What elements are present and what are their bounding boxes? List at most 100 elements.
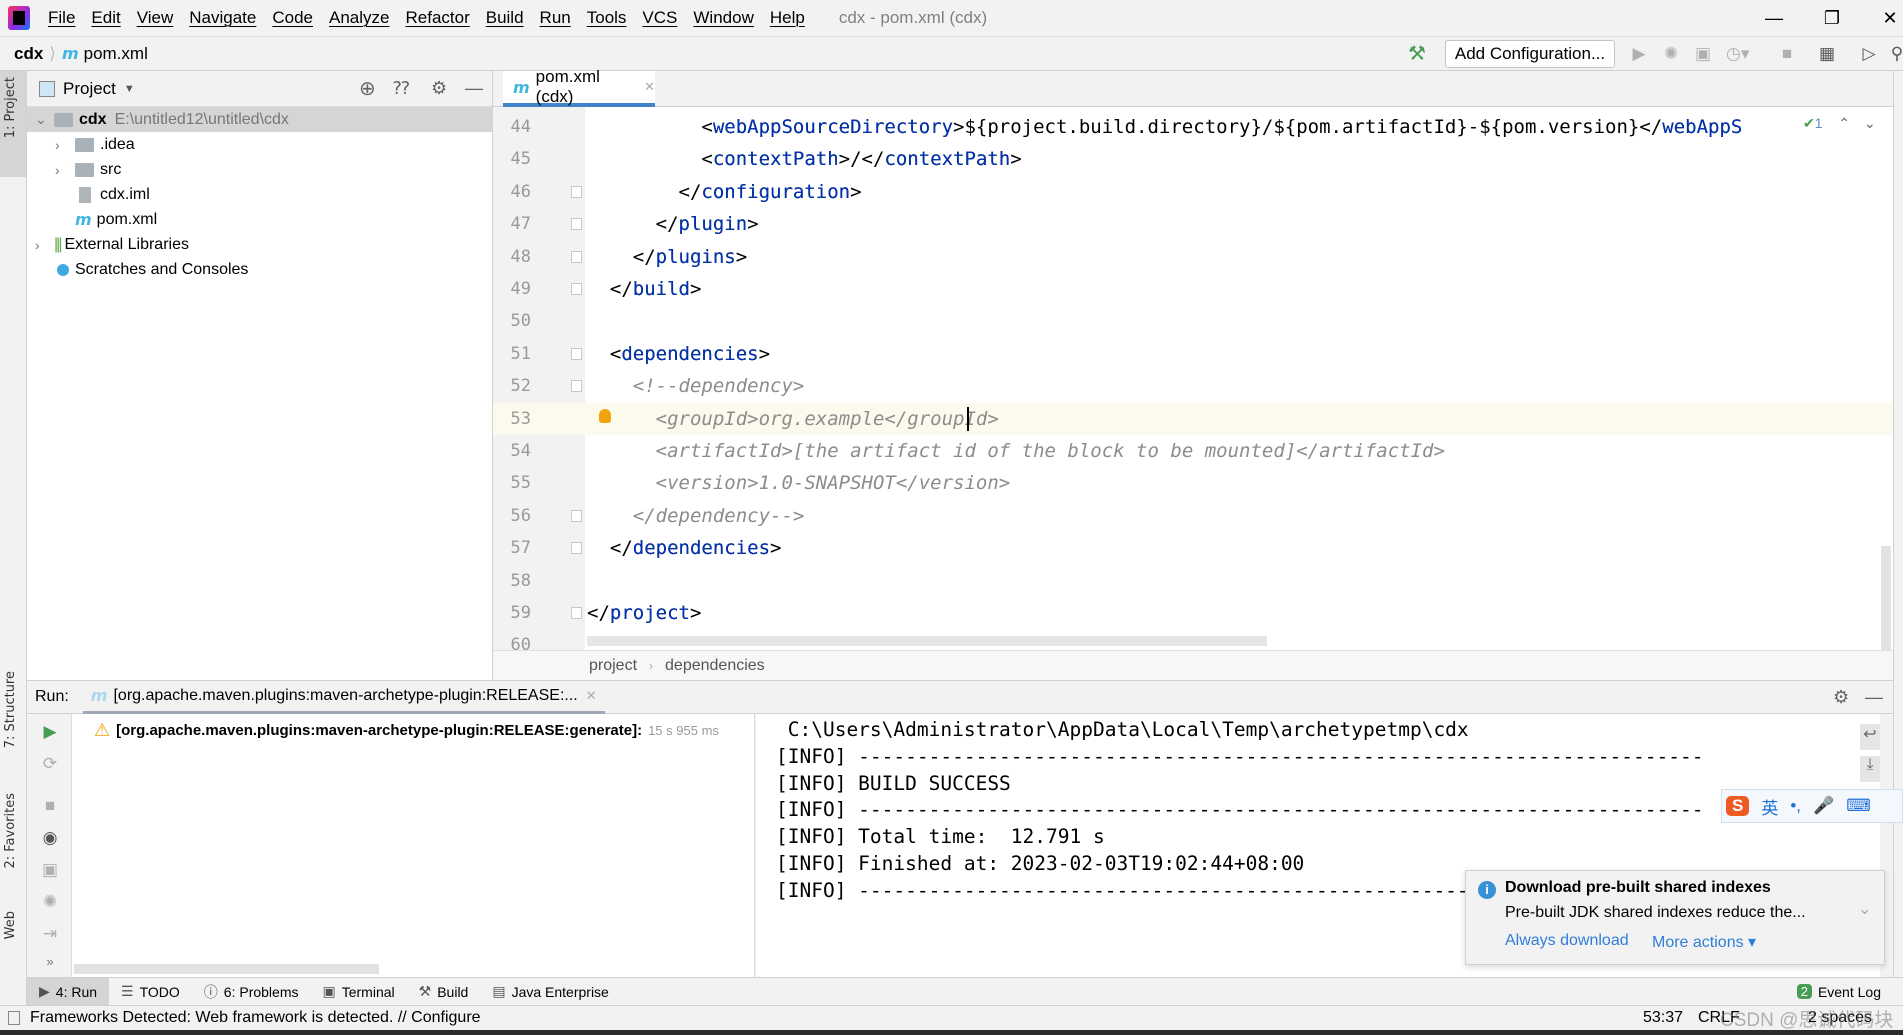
menu-file[interactable]: File <box>40 8 83 28</box>
tree-item-external-libraries[interactable]: › ||| External Libraries <box>27 232 492 257</box>
code-line[interactable]: 44 <webAppSourceDirectory>${project.build… <box>493 111 1893 143</box>
menu-analyze[interactable]: Analyze <box>321 8 397 28</box>
exit-icon[interactable]: ⇥ <box>39 924 61 946</box>
code-line[interactable]: 54 <artifactId>[the artifact id of the bl… <box>493 435 1893 467</box>
search-icon[interactable]: ⚲ <box>1886 43 1903 65</box>
previous-highlight-icon[interactable]: ⌃ <box>1838 115 1850 131</box>
gear-icon[interactable]: ⚙ <box>1833 687 1849 708</box>
tab-pom-xml[interactable]: m pom.xml (cdx) ✕ <box>503 67 655 107</box>
breadcrumb-dependencies[interactable]: dependencies <box>665 657 765 675</box>
chevron-right-icon[interactable]: › <box>35 237 40 253</box>
ime-mode[interactable]: 英 <box>1761 794 1778 819</box>
code-line[interactable]: 56 </dependency--> <box>493 500 1893 532</box>
fold-marker-icon[interactable] <box>571 380 582 393</box>
next-highlight-icon[interactable]: ⌄ <box>1864 115 1876 131</box>
menu-code[interactable]: Code <box>264 8 321 28</box>
more-actions-link[interactable]: More actions ▾ <box>1652 932 1756 952</box>
fold-marker-icon[interactable] <box>571 283 582 295</box>
tool-window-todo[interactable]: ☰ TODO <box>109 978 192 1006</box>
stop-icon[interactable]: ■ <box>39 796 61 818</box>
hide-icon[interactable]: — <box>1865 687 1883 708</box>
event-log-button[interactable]: 2 Event Log <box>1796 984 1881 1000</box>
run-task-row[interactable]: ⚠ [org.apache.maven.plugins:maven-archet… <box>94 720 719 741</box>
code-line[interactable]: 59</project></project> <box>493 597 1893 629</box>
code-line[interactable]: 49</build></build> <box>493 273 1893 305</box>
nav-file[interactable]: pom.xml <box>84 44 148 64</box>
run-tab[interactable]: m [org.apache.maven.plugins:maven-archet… <box>82 680 605 714</box>
camera-icon[interactable]: ▣ <box>39 860 61 882</box>
always-download-link[interactable]: Always download <box>1505 932 1629 950</box>
debug-settings-icon[interactable]: ✺ <box>39 892 61 914</box>
close-button[interactable]: ✕ <box>1862 0 1903 36</box>
soft-wrap-icon[interactable]: ↩ <box>1860 724 1880 750</box>
tool-window-run[interactable]: ▶ 4: Run <box>27 977 110 1006</box>
project-structure-icon[interactable]: ▦ <box>1816 43 1838 65</box>
tool-window-build[interactable]: ⚒ Build <box>407 978 481 1006</box>
fold-marker-icon[interactable] <box>571 250 582 263</box>
fold-marker-icon[interactable] <box>571 218 582 231</box>
status-toggle-icon[interactable] <box>8 1011 20 1025</box>
code-line[interactable]: 51<dependencies><dependencies> <box>493 338 1893 370</box>
menu-help[interactable]: Help <box>762 8 813 28</box>
code-line[interactable]: 52 <!--dependency> <box>493 370 1893 402</box>
punctuation-icon[interactable]: •, <box>1790 796 1801 816</box>
close-tab-icon[interactable]: ✕ <box>586 688 597 704</box>
run-icon[interactable]: ▶ <box>1628 43 1650 65</box>
inspection-widget[interactable]: ✔1 ⌃ ⌄ <box>1803 115 1876 132</box>
editor-horizontal-scrollbar[interactable] <box>587 636 1267 646</box>
caret-position[interactable]: 53:37 <box>1643 1009 1683 1027</box>
tree-item-cdx[interactable]: ⌄ cdx E:\untitled12\untitled\cdx <box>27 107 492 132</box>
profile-icon[interactable]: ◷▾ <box>1726 43 1749 65</box>
minimize-button[interactable]: — <box>1746 0 1802 36</box>
nav-project[interactable]: cdx <box>14 44 43 64</box>
rerun-icon[interactable]: ▶ <box>39 722 61 744</box>
locate-icon[interactable]: ⊕ <box>359 76 376 101</box>
code-line[interactable]: 48</plugins></plugins> <box>493 241 1893 273</box>
web-tool-button[interactable]: Web <box>3 911 18 939</box>
run-tree-scrollbar[interactable] <box>74 964 379 974</box>
chevron-right-icon[interactable]: › <box>55 137 60 153</box>
menu-run[interactable]: Run <box>532 8 579 28</box>
fold-marker-icon[interactable] <box>571 542 582 555</box>
project-tool-button[interactable]: 1: Project <box>0 71 26 177</box>
menu-refactor[interactable]: Refactor <box>397 8 477 28</box>
favorites-tool-button[interactable]: 2: Favorites <box>3 793 18 869</box>
code-line[interactable]: 46</configuration></configuration> <box>493 176 1893 208</box>
run-anything-icon[interactable]: ▷ <box>1858 43 1880 65</box>
code-line[interactable]: 58 <box>493 565 1893 597</box>
menu-view[interactable]: View <box>129 8 182 28</box>
tree-item-src[interactable]: › src <box>27 157 492 182</box>
gear-icon[interactable]: ⚙ <box>431 78 447 99</box>
menu-edit[interactable]: Edit <box>83 8 128 28</box>
intention-bulb-icon[interactable] <box>599 408 611 423</box>
add-configuration-button[interactable]: Add Configuration... <box>1445 40 1615 68</box>
project-view-selector[interactable]: Project <box>63 79 116 99</box>
menu-vcs[interactable]: VCS <box>634 8 685 28</box>
code-line[interactable]: 55 <version>1.0-SNAPSHOT</version> <box>493 467 1893 499</box>
expand-chevron-icon[interactable]: ⌄ <box>1858 899 1871 919</box>
tool-window-java-enterprise[interactable]: ▤ Java Enterprise <box>480 978 621 1006</box>
menu-navigate[interactable]: Navigate <box>181 8 264 28</box>
build-hammer-icon[interactable]: ⚒ <box>1408 41 1426 66</box>
chevron-right-icon[interactable]: › <box>55 162 60 178</box>
chevron-down-icon[interactable]: ▼ <box>124 83 135 95</box>
code-area[interactable]: 44 <webAppSourceDirectory>${project.build… <box>493 107 1893 650</box>
tree-item-cdx-iml[interactable]: cdx.iml <box>27 182 492 207</box>
keyboard-icon[interactable]: ⌨ <box>1846 796 1871 816</box>
more-icon[interactable]: » <box>39 954 61 976</box>
microphone-icon[interactable]: 🎤 <box>1813 796 1834 816</box>
fold-marker-icon[interactable] <box>571 185 582 198</box>
code-line[interactable]: 53 <groupId>org.example</groupId> <box>493 402 1893 435</box>
collapse-all-icon[interactable]: ⁇ <box>393 78 410 99</box>
close-tab-icon[interactable]: ✕ <box>644 79 655 95</box>
tree-item-scratches[interactable]: Scratches and Consoles <box>27 257 492 282</box>
hide-icon[interactable]: — <box>465 78 483 99</box>
tool-window-problems[interactable]: ⓘ 6: Problems <box>192 978 311 1006</box>
fold-marker-icon[interactable] <box>571 509 582 522</box>
tree-item-idea[interactable]: › .idea <box>27 132 492 157</box>
code-line[interactable]: 45<contextPath>/</contextPath><contextPa… <box>493 143 1893 175</box>
scroll-to-end-icon[interactable]: ⤓ <box>1860 756 1880 782</box>
ime-toolbar[interactable]: S 英 •, 🎤 ⌨ <box>1721 789 1903 823</box>
menu-window[interactable]: Window <box>685 8 761 28</box>
fold-marker-icon[interactable] <box>571 607 582 619</box>
